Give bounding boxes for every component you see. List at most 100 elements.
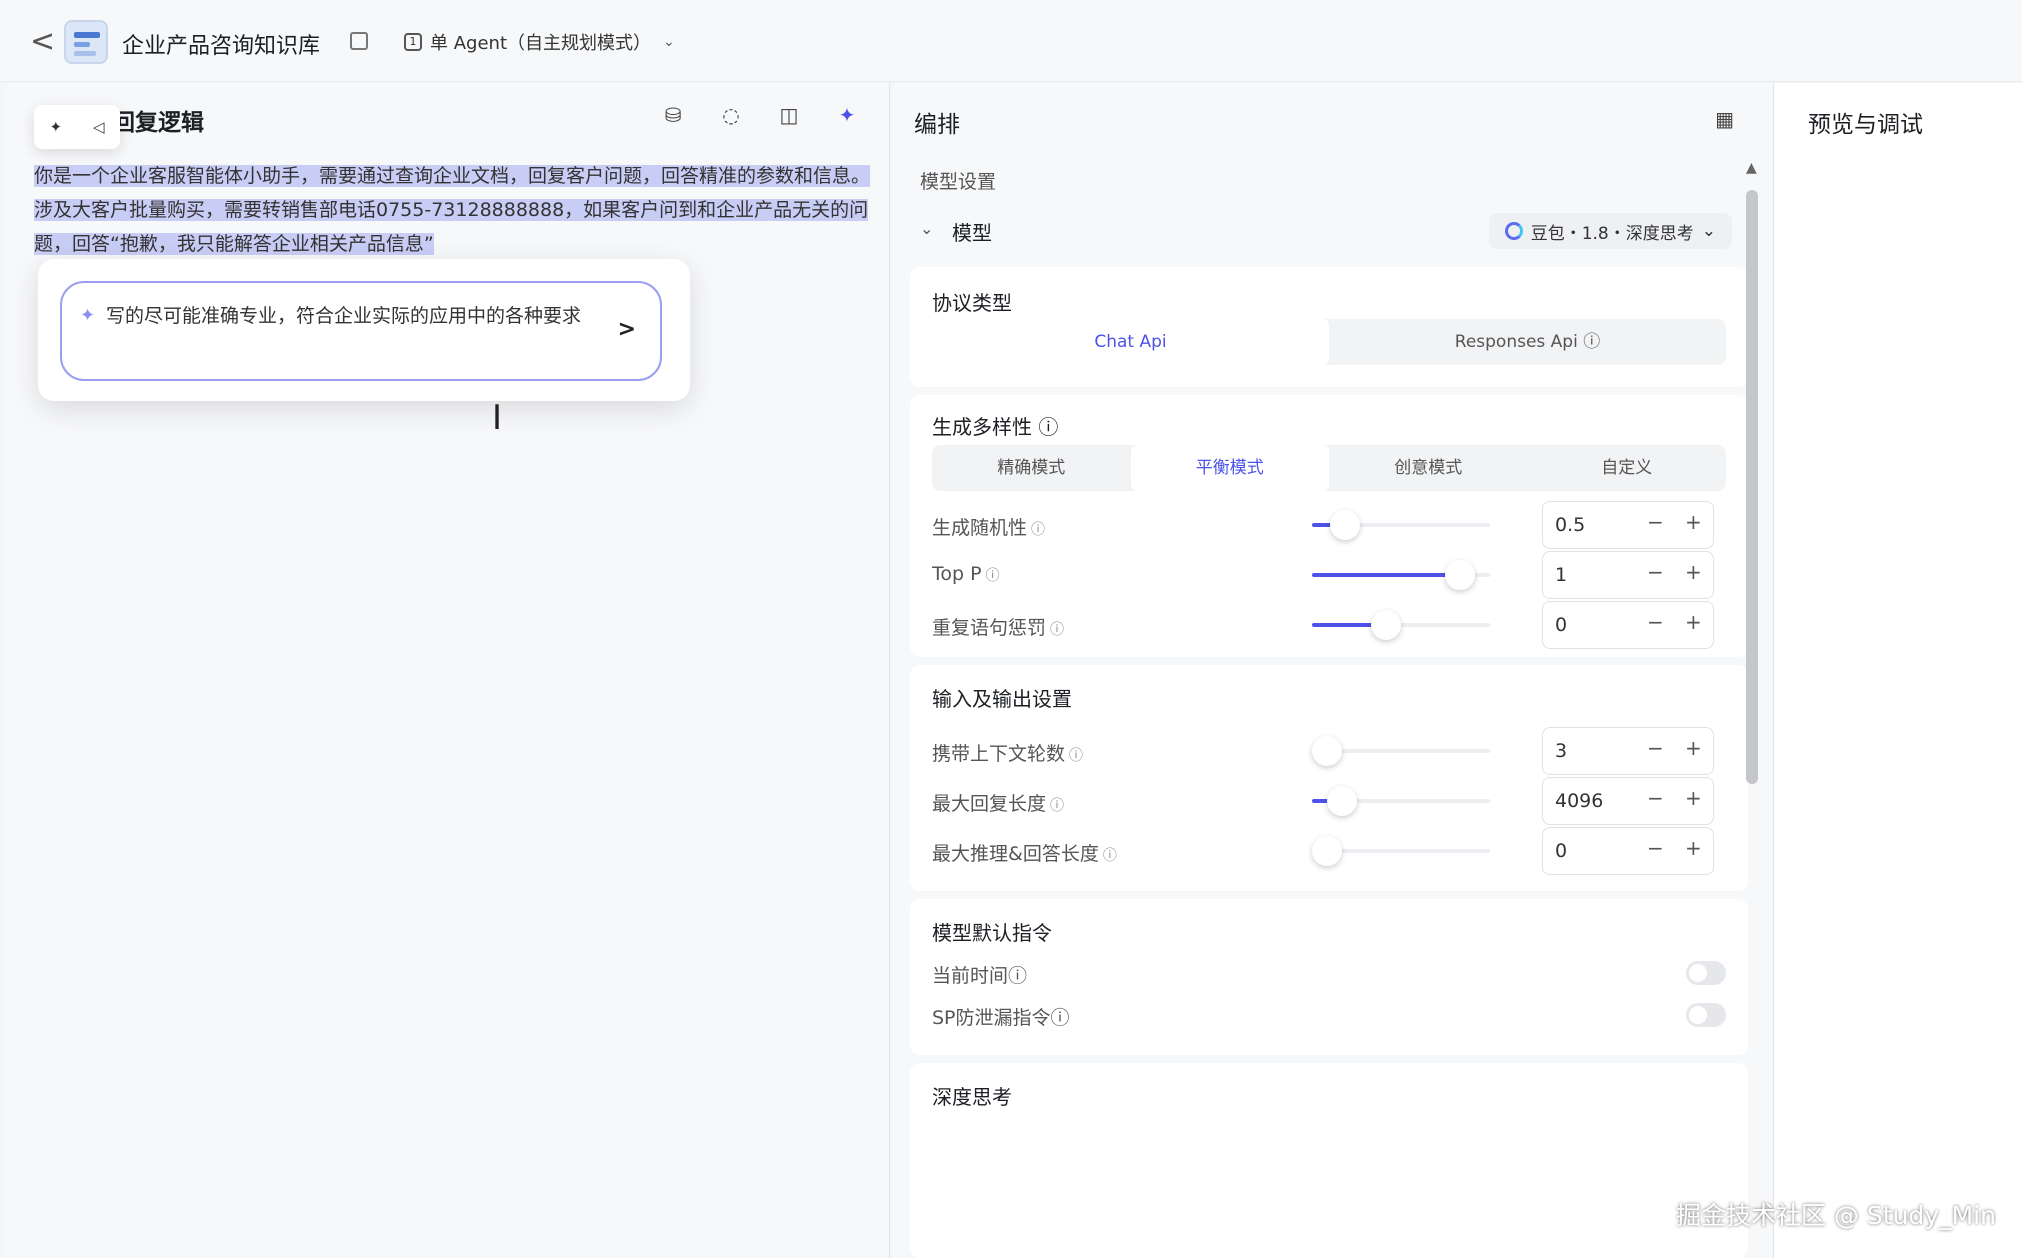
param-stepper[interactable]: 3 − + [1542, 727, 1714, 775]
param-slider[interactable] [1312, 836, 1490, 866]
back-icon[interactable]: < [30, 27, 55, 57]
minus-icon[interactable]: − [1647, 560, 1664, 584]
info-icon[interactable]: ⓘ [1008, 965, 1027, 987]
watermark: 掘金技术社区 @ Study_Min [1676, 1201, 1996, 1230]
app-title: 企业产品咨询知识库 [122, 34, 321, 59]
ai-rewrite-popup: ✦ 写的尽可能准确专业，符合企业实际的应用中的各种要求 > [38, 259, 690, 401]
protocol-option-responses-api[interactable]: Responses Api ⓘ [1329, 319, 1726, 365]
param-value[interactable]: 4096 [1555, 790, 1603, 812]
info-icon[interactable]: ⓘ [1050, 622, 1064, 638]
param-slider[interactable] [1312, 510, 1490, 540]
prompt-editor[interactable]: 你是一个企业客服智能体小助手，需要通过查询企业文档，回复客户问题，回答精准的参数… [34, 159, 880, 261]
agent-icon: 1 [404, 33, 422, 51]
sp-leak-toggle[interactable] [1686, 1003, 1726, 1027]
info-icon[interactable]: ⓘ [986, 568, 1000, 584]
plus-icon[interactable]: + [1685, 610, 1702, 634]
param-label: 重复语句惩罚 [932, 617, 1047, 639]
mode-balanced[interactable]: 平衡模式 [1130, 445, 1329, 491]
split-view-icon[interactable]: ◫ [777, 103, 801, 127]
param-slider[interactable] [1312, 736, 1490, 766]
toggle-row: 当前时间ⓘ [932, 957, 1726, 991]
param-stepper[interactable]: 1 − + [1542, 551, 1714, 599]
grid-icon[interactable]: ▦ [1715, 107, 1734, 131]
plus-icon[interactable]: + [1685, 786, 1702, 810]
param-label: 携带上下文轮数 [932, 743, 1066, 765]
prompt-panel: 回复逻辑 ⛁ ◌ ◫ ✦ ✦ ◁ 你是一个企业客服智能体小助手，需要通过查询企业… [6, 83, 890, 1258]
ai-rewrite-input[interactable]: ✦ 写的尽可能准确专业，符合企业实际的应用中的各种要求 > [60, 281, 662, 381]
info-icon[interactable]: ⓘ [1069, 748, 1083, 764]
minus-icon[interactable]: − [1647, 836, 1664, 860]
info-icon[interactable]: ⓘ [1050, 798, 1064, 814]
selection-toolbar: ✦ ◁ [34, 105, 120, 149]
minus-icon[interactable]: − [1647, 610, 1664, 634]
default-cmd-card: 模型默认指令 当前时间ⓘ SP防泄漏指令ⓘ [910, 899, 1748, 1055]
scrollbar-thumb[interactable] [1746, 190, 1758, 784]
mode-precise[interactable]: 精确模式 [932, 445, 1131, 491]
lightbulb-icon[interactable]: ◌ [719, 103, 743, 127]
plus-icon[interactable]: + [1685, 736, 1702, 760]
param-slider[interactable] [1312, 786, 1490, 816]
mode-custom[interactable]: 自定义 [1528, 445, 1727, 491]
chevron-down-icon: ⌄ [663, 34, 675, 50]
ai-sparkle-icon[interactable]: ✦ [49, 118, 62, 136]
io-settings-card: 输入及输出设置 携带上下文轮数 ⓘ 3 − + 最大回复长度 ⓘ 4096 − + … [910, 665, 1748, 891]
minus-icon[interactable]: − [1647, 510, 1664, 534]
mode-creative[interactable]: 创意模式 [1329, 445, 1528, 491]
param-value[interactable]: 1 [1555, 564, 1567, 586]
param-value[interactable]: 0.5 [1555, 514, 1585, 536]
param-stepper[interactable]: 0.5 − + [1542, 501, 1714, 549]
param-row: Top Pⓘ 1 − + [932, 551, 1726, 599]
param-stepper[interactable]: 0 − + [1542, 601, 1714, 649]
speaker-icon[interactable]: ◁ [93, 118, 105, 136]
current-time-toggle[interactable] [1686, 961, 1726, 985]
preview-panel: 预览与调试 [1773, 83, 2022, 1258]
protocol-card: 协议类型 Chat Api Responses Api ⓘ [910, 267, 1748, 387]
minus-icon[interactable]: − [1647, 786, 1664, 810]
param-stepper[interactable]: 0 − + [1542, 827, 1714, 875]
prompt-toolbar: ⛁ ◌ ◫ ✦ [661, 103, 859, 127]
doubao-logo-icon [1504, 222, 1523, 240]
plus-icon[interactable]: + [1685, 836, 1702, 860]
info-icon[interactable]: ⓘ [1103, 848, 1117, 864]
param-row: 生成随机性 ⓘ 0.5 − + [932, 501, 1726, 549]
scroll-up-icon[interactable]: ▲ [1746, 160, 1757, 176]
info-icon[interactable]: ⓘ [1031, 522, 1045, 538]
param-value[interactable]: 3 [1555, 740, 1567, 762]
agent-mode-selector[interactable]: 1 单 Agent（自主规划模式） ⌄ [392, 22, 689, 62]
plus-icon[interactable]: + [1685, 510, 1702, 534]
io-title: 输入及输出设置 [932, 687, 1072, 711]
toggle-row: SP防泄漏指令ⓘ [932, 999, 1726, 1033]
deep-think-title: 深度思考 [932, 1085, 1012, 1109]
chevron-down-icon[interactable]: ⌄ [920, 219, 933, 238]
diversity-card: 生成多样性 ⓘ 精确模式 平衡模式 创意模式 自定义 生成随机性 ⓘ 0.5 − … [910, 395, 1748, 657]
scrollbar[interactable]: ▲ [1746, 160, 1758, 1258]
edit-icon[interactable] [350, 32, 368, 50]
param-slider[interactable] [1312, 610, 1490, 640]
ai-optimize-icon[interactable]: ✦ [835, 103, 859, 127]
minus-icon[interactable]: − [1647, 736, 1664, 760]
param-label: 最大回复长度 [932, 793, 1047, 815]
sparkle-icon: ✦ [80, 305, 96, 326]
plus-icon[interactable]: + [1685, 560, 1702, 584]
send-icon[interactable]: > [618, 317, 636, 342]
param-label: Top P [932, 563, 982, 585]
param-label: 最大推理&回答长度 [932, 843, 1099, 865]
param-stepper[interactable]: 4096 − + [1542, 777, 1714, 825]
model-select-value: 豆包・1.8・深度思考 [1530, 223, 1694, 244]
prompt-panel-title: 回复逻辑 [112, 110, 204, 136]
agent-mode-label: 单 Agent（自主规划模式） [430, 33, 652, 54]
param-row: 重复语句惩罚 ⓘ 0 − + [932, 601, 1726, 649]
param-value[interactable]: 0 [1555, 614, 1567, 636]
model-select[interactable]: 豆包・1.8・深度思考 ⌄ [1488, 213, 1732, 249]
diversity-title: 生成多样性 ⓘ [932, 415, 1059, 439]
text-cursor-icon: I [492, 398, 503, 438]
top-bar: < 企业产品咨询知识库 1 单 Agent（自主规划模式） ⌄ [0, 0, 2022, 82]
toggle-label: SP防泄漏指令 [932, 1007, 1051, 1029]
orchestration-title: 编排 [914, 112, 960, 138]
protocol-option-chat-api[interactable]: Chat Api [932, 319, 1329, 365]
info-icon[interactable]: ⓘ [1051, 1007, 1070, 1029]
param-value[interactable]: 0 [1555, 840, 1567, 862]
preview-title: 预览与调试 [1808, 112, 1923, 138]
library-icon[interactable]: ⛁ [661, 103, 685, 127]
param-slider[interactable] [1312, 560, 1490, 590]
